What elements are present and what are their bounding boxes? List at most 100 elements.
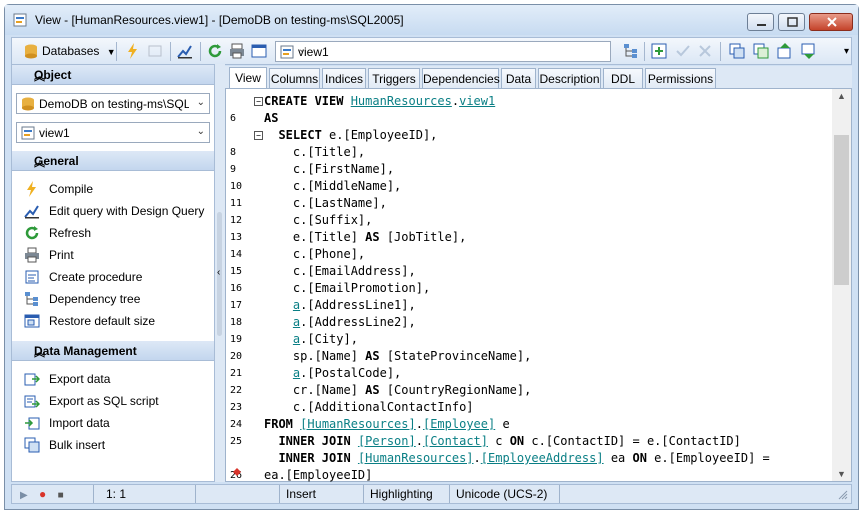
scroll-thumb[interactable]: [834, 135, 849, 285]
sql-text: c.[AdditionalContactInfo]: [264, 400, 474, 414]
pane-splitter[interactable]: ‹: [215, 64, 225, 482]
status-empty: [196, 485, 280, 503]
sql-keyword: FROM: [264, 417, 293, 431]
design-query-icon[interactable]: [176, 42, 194, 60]
status-bar: ▶ ● ■ 1: 1 Insert Highlighting Unicode (…: [11, 484, 852, 504]
tab-indices[interactable]: Indices: [322, 68, 366, 88]
line-number: 8: [230, 147, 237, 158]
tab-strip: View Columns Indices Triggers Dependencies Da…: [225, 66, 852, 88]
move-down-icon[interactable]: [800, 42, 818, 60]
paste-table-icon[interactable]: [752, 42, 770, 60]
restore-size-icon: [24, 314, 40, 328]
general-header[interactable]: General ︽: [12, 151, 214, 171]
scroll-down-icon[interactable]: ▼: [837, 469, 846, 479]
restore-size-label: Restore default size: [49, 314, 156, 328]
code-text: a.[PostalCode],: [264, 365, 401, 382]
code-line: 10 c.[MiddleName],: [226, 178, 830, 195]
tab-ddl[interactable]: DDL: [603, 68, 643, 88]
highlighting-status: Highlighting: [364, 485, 450, 503]
minimize-icon: [757, 24, 766, 26]
code-line: − SELECT e.[EmployeeID],: [226, 127, 830, 144]
object-select[interactable]: view1 ⌄: [275, 41, 611, 62]
sql-text: c.[Suffix],: [264, 213, 373, 227]
code-line: 16 c.[EmailPromotion],: [226, 280, 830, 297]
refresh-icon[interactable]: [206, 42, 224, 60]
object-link[interactable]: [Person]: [358, 434, 416, 448]
data-management-header[interactable]: Data Management ︽: [12, 341, 214, 361]
object-link[interactable]: [HumanResources]: [358, 451, 474, 465]
sql-text: .[AddressLine2],: [300, 315, 416, 329]
code-text: ea.[EmployeeID]: [264, 467, 372, 484]
minimize-button[interactable]: [747, 13, 774, 31]
line-number: 6: [230, 113, 237, 124]
encoding-status: Unicode (UCS-2): [450, 485, 560, 503]
line-number: 23: [230, 402, 243, 413]
stop-icon[interactable]: ■: [58, 490, 64, 501]
resize-grip-icon[interactable]: [838, 490, 848, 500]
export-sql-label: Export as SQL script: [49, 394, 159, 408]
sql-text: e.[EmployeeID] =: [646, 451, 770, 465]
code-line: 21 a.[PostalCode],: [226, 365, 830, 382]
move-up-icon[interactable]: [776, 42, 794, 60]
object-link[interactable]: HumanResources: [351, 94, 452, 108]
close-icon: [827, 17, 837, 27]
play-icon[interactable]: ▶: [20, 490, 28, 501]
code-text: a.[City],: [264, 331, 358, 348]
line-number: 18: [230, 317, 243, 328]
fold-toggle-icon[interactable]: −: [254, 131, 263, 140]
breakpoint-icon: [233, 468, 241, 476]
compile-lightning-icon[interactable]: [124, 42, 142, 60]
line-number: 25: [230, 436, 243, 447]
add-grid-icon[interactable]: [650, 42, 668, 60]
object-link[interactable]: [Contact]: [423, 434, 488, 448]
vertical-scrollbar[interactable]: ▲ ▼: [832, 89, 851, 481]
tab-columns[interactable]: Columns: [269, 68, 320, 88]
object-header[interactable]: Object ︽: [12, 65, 214, 85]
object-link[interactable]: [Employee]: [423, 417, 495, 431]
code-line: 13 e.[Title] AS [JobTitle],: [226, 229, 830, 246]
copy-table-icon[interactable]: [728, 42, 746, 60]
collapse-left-icon[interactable]: ‹: [217, 267, 220, 278]
tab-description[interactable]: Description: [538, 68, 601, 88]
tab-view[interactable]: View: [229, 67, 267, 88]
sql-text: .[PostalCode],: [300, 366, 402, 380]
printer-icon[interactable]: [228, 42, 246, 60]
collapse-chevron-icon[interactable]: ︽: [34, 344, 206, 360]
maximize-button[interactable]: [778, 13, 805, 31]
export-data-icon: [24, 373, 40, 386]
sql-text: c.[LastName],: [264, 196, 387, 210]
window-icon[interactable]: [250, 42, 268, 60]
code-text: c.[Suffix],: [264, 212, 372, 229]
code-line: 12 c.[Suffix],: [226, 212, 830, 229]
tab-triggers[interactable]: Triggers: [368, 68, 420, 88]
tab-permissions[interactable]: Permissions: [645, 68, 716, 88]
toolbar-overflow-icon[interactable]: ▾: [844, 46, 849, 57]
title-bar[interactable]: View - [HumanResources.view1] - [DemoDB …: [5, 5, 858, 35]
database-select[interactable]: DemoDB on testing-ms\SQL2005 ⌄: [16, 93, 210, 114]
fold-toggle-icon[interactable]: −: [254, 97, 263, 106]
code-line: 23 c.[AdditionalContactInfo]: [226, 399, 830, 416]
chevron-down-icon: ⌄: [298, 44, 307, 55]
sql-editor[interactable]: − CREATE VIEW HumanResources.view1 6 AS − SE…: [225, 88, 852, 482]
sql-text: c.[EmailAddress],: [264, 264, 416, 278]
collapse-chevron-icon[interactable]: ︽: [34, 68, 206, 84]
tab-dependencies[interactable]: Dependencies: [422, 68, 500, 88]
scroll-up-icon[interactable]: ▲: [837, 91, 846, 101]
code-line: 14 c.[Phone],: [226, 246, 830, 263]
object-combo[interactable]: view1 ⌄: [16, 122, 210, 143]
object-link[interactable]: [HumanResources]: [300, 417, 416, 431]
object-link[interactable]: [EmployeeAddress]: [481, 451, 604, 465]
database-icon: [22, 97, 34, 111]
collapse-chevron-icon[interactable]: ︽: [34, 154, 206, 170]
close-button[interactable]: [809, 13, 853, 31]
object-link[interactable]: view1: [459, 94, 495, 108]
databases-button[interactable]: Databases ▼: [22, 41, 116, 61]
line-number: 20: [230, 351, 243, 362]
code-text: FROM [HumanResources].[Employee] e: [264, 416, 510, 433]
tree-icon[interactable]: [622, 42, 640, 60]
tab-data[interactable]: Data: [501, 68, 536, 88]
code-area[interactable]: − CREATE VIEW HumanResources.view1 6 AS − SE…: [226, 93, 830, 484]
record-icon[interactable]: ●: [39, 487, 46, 501]
